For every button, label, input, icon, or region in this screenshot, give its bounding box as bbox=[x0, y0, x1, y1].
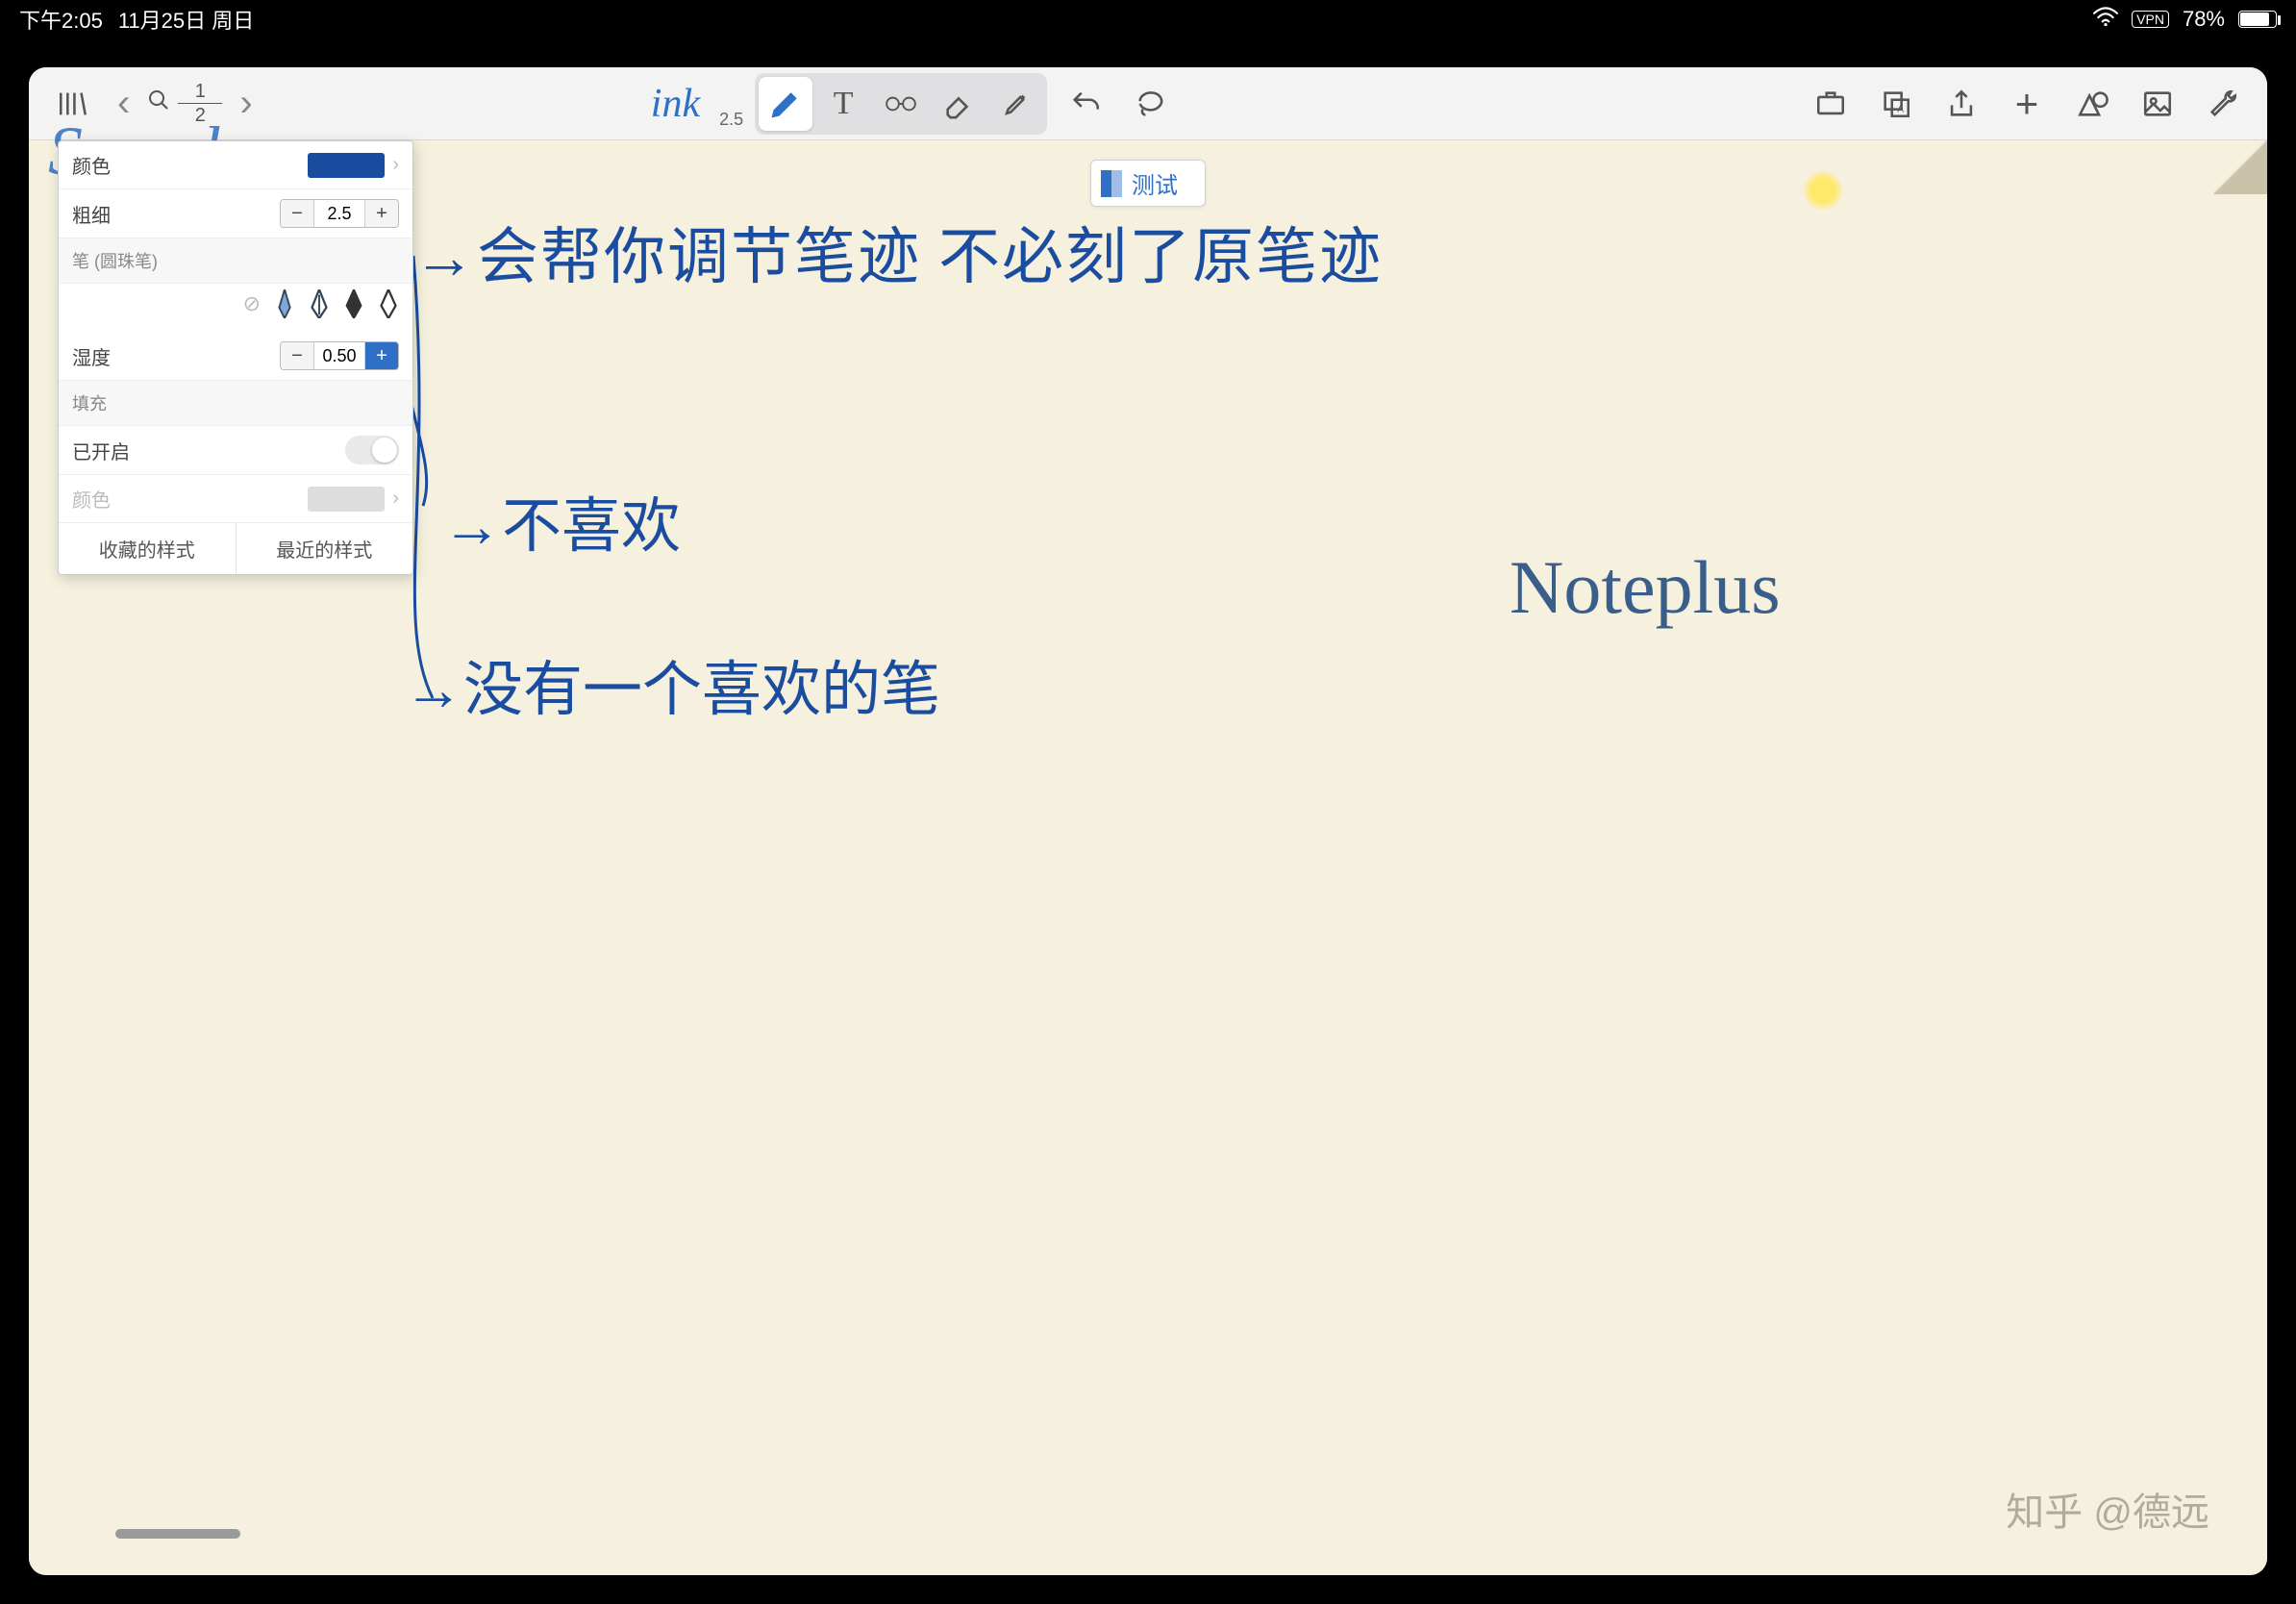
color-label: 颜色 bbox=[72, 151, 308, 179]
image-icon[interactable] bbox=[2131, 77, 2184, 131]
pen-nib-row: ⊘ bbox=[59, 284, 412, 332]
panel-row-enabled: 已开启 bbox=[59, 426, 412, 475]
watermark-text: 知乎 @德远 bbox=[2006, 1481, 2209, 1537]
thickness-stepper[interactable]: − + bbox=[280, 199, 399, 228]
handwriting-line-4: Noteplus bbox=[1510, 544, 1781, 631]
toolbar: ‹ 1 2 › ink 2.5 T bbox=[29, 67, 2267, 140]
app-window: ‹ 1 2 › ink 2.5 T bbox=[29, 67, 2267, 1575]
shapes-icon[interactable] bbox=[2065, 77, 2119, 131]
nib-4-icon[interactable] bbox=[378, 289, 399, 318]
pen-settings-panel: 颜色 › 粗细 − + 笔 (圆珠笔) ⊘ 湿度 − + bbox=[58, 140, 413, 575]
document-tab[interactable]: 测试 bbox=[1090, 160, 1206, 207]
nib-1-icon[interactable] bbox=[274, 289, 295, 318]
color-swatch[interactable] bbox=[308, 153, 385, 178]
status-time: 下午2:05 bbox=[19, 4, 103, 35]
battery-icon bbox=[2238, 11, 2277, 28]
pen-type-label: 笔 (圆珠笔) bbox=[59, 238, 412, 284]
ink-size-label: 2.5 bbox=[719, 110, 743, 130]
duplicate-icon[interactable]: A bbox=[1869, 77, 1923, 131]
yellow-mark bbox=[1802, 169, 1844, 212]
fill-toggle[interactable] bbox=[345, 436, 399, 464]
humidity-minus-button[interactable]: − bbox=[281, 342, 313, 369]
view-tool-icon[interactable] bbox=[874, 77, 928, 131]
settings-wrench-icon[interactable] bbox=[2196, 77, 2250, 131]
lasso-icon[interactable] bbox=[1124, 77, 1178, 131]
nib-2-icon[interactable] bbox=[309, 289, 330, 318]
status-date: 11月25日 周日 bbox=[118, 4, 254, 35]
tab-title: 测试 bbox=[1132, 166, 1178, 200]
handwriting-line-3: →没有一个喜欢的笔 bbox=[404, 640, 940, 727]
eraser-tool-icon[interactable] bbox=[932, 77, 986, 131]
page-corner-fold[interactable] bbox=[2213, 140, 2267, 194]
humidity-plus-button[interactable]: + bbox=[365, 342, 398, 369]
ios-status-bar: 下午2:05 11月25日 周日 VPN 78% bbox=[0, 0, 2296, 38]
ink-style-label[interactable]: ink bbox=[651, 81, 700, 127]
nib-3-icon[interactable] bbox=[343, 289, 364, 318]
favorite-styles-tab[interactable]: 收藏的样式 bbox=[59, 523, 237, 574]
humidity-stepper[interactable]: − + bbox=[280, 341, 399, 370]
thickness-label: 粗细 bbox=[72, 200, 280, 228]
add-icon[interactable]: + bbox=[2000, 77, 2054, 131]
highlighter-tool-icon[interactable] bbox=[989, 77, 1043, 131]
tool-group: T bbox=[755, 73, 1047, 135]
panel-row-humidity: 湿度 − + bbox=[59, 332, 412, 381]
panel-row-fillcolor: 颜色 › bbox=[59, 475, 412, 523]
recent-styles-tab[interactable]: 最近的样式 bbox=[237, 523, 413, 574]
page-current: 1 bbox=[195, 82, 206, 101]
thickness-plus-button[interactable]: + bbox=[365, 200, 398, 227]
battery-percent: 78% bbox=[2183, 7, 2225, 32]
fill-color-label: 颜色 bbox=[72, 485, 308, 513]
handwriting-line-1: →会帮你调节笔迹 不必刻了原笔迹 bbox=[413, 208, 1383, 296]
enabled-label: 已开启 bbox=[72, 437, 345, 464]
pen-tool-icon[interactable] bbox=[759, 77, 812, 131]
chevron-right-icon: › bbox=[392, 488, 399, 510]
svg-text:A: A bbox=[1897, 104, 1904, 114]
fill-color-swatch bbox=[308, 487, 385, 512]
text-tool-icon[interactable]: T bbox=[816, 77, 870, 131]
home-indicator bbox=[115, 1529, 240, 1539]
panel-style-tabs: 收藏的样式 最近的样式 bbox=[59, 523, 412, 574]
focus-mode-icon[interactable] bbox=[1804, 77, 1858, 131]
chevron-right-icon: › bbox=[392, 154, 399, 176]
undo-icon[interactable] bbox=[1059, 77, 1112, 131]
wifi-icon bbox=[2093, 7, 2118, 32]
humidity-input[interactable] bbox=[313, 342, 365, 369]
handwriting-line-2: →不喜欢 bbox=[442, 477, 681, 564]
panel-row-color[interactable]: 颜色 › bbox=[59, 141, 412, 189]
fill-section-label: 填充 bbox=[59, 381, 412, 426]
panel-row-thickness: 粗细 − + bbox=[59, 189, 412, 238]
tab-color-swatch bbox=[1101, 170, 1122, 197]
vpn-badge: VPN bbox=[2132, 11, 2169, 28]
no-pen-icon[interactable]: ⊘ bbox=[243, 291, 261, 316]
share-icon[interactable] bbox=[1934, 77, 1988, 131]
humidity-label: 湿度 bbox=[72, 342, 280, 370]
thickness-minus-button[interactable]: − bbox=[281, 200, 313, 227]
thickness-input[interactable] bbox=[313, 200, 365, 227]
